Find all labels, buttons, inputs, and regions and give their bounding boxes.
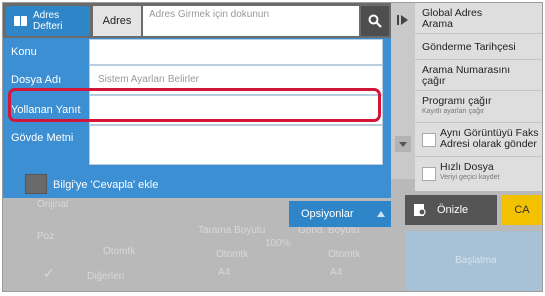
send-paper-a4: A4 <box>330 267 343 278</box>
same-image-fax-label: Aynı Görüntüyü Faks Adresi olarak gönder <box>440 127 539 150</box>
call-program-label: Programı çağır <box>422 95 492 107</box>
preview-label: Önizle <box>437 204 469 216</box>
global-search-label: Global Adres Arama <box>422 7 483 30</box>
quick-file-label: Hızlı Dosya <box>440 161 494 173</box>
quick-file-checkbox[interactable] <box>422 167 436 181</box>
action-menu: Global Adres Arama Gönderme Tarihçesi Ar… <box>415 3 542 191</box>
address-input[interactable]: Adres Girmek için dokunun <box>143 6 359 36</box>
address-label: Adres <box>93 6 141 36</box>
scan-size-label: Tarama Boyutu <box>198 225 266 236</box>
preview-button[interactable]: Önizle <box>405 195 497 225</box>
screen: Adres Defteri Adres Adres Girmek için do… <box>2 2 543 292</box>
clear-all-button[interactable]: CA <box>501 195 542 225</box>
call-program-sublabel: Kayıtlı ayarları çağır <box>422 108 485 115</box>
subject-label: Konu <box>11 46 37 58</box>
quick-file-sublabel: Veriyi geçici kaydet <box>440 174 500 181</box>
address-book-button[interactable]: Adres Defteri <box>6 6 90 36</box>
chevron-down-icon <box>399 142 407 147</box>
checkmark-icon: ✓ <box>43 265 55 281</box>
highlight-frame <box>8 88 381 122</box>
same-image-fax-checkbox[interactable] <box>422 133 436 147</box>
exposure-value: Otomtk <box>103 246 136 257</box>
body-text-label: Gövde Metni <box>11 132 74 144</box>
preview-icon <box>414 204 426 216</box>
search-icon <box>368 14 382 28</box>
scan-paper-a4: A4 <box>218 267 231 278</box>
filename-placeholder: Sistem Ayarları Belirler <box>98 74 199 85</box>
triangle-up-icon <box>376 211 385 217</box>
menu-call-number[interactable]: Arama Numarasını çağır <box>415 60 542 91</box>
expand-right-icon[interactable] <box>397 15 409 25</box>
scan-size-value[interactable]: Otomtk <box>216 249 248 260</box>
options-button[interactable]: Opsiyonlar <box>289 201 391 227</box>
menu-send-history[interactable]: Gönderme Tarihçesi <box>415 34 542 60</box>
subject-field[interactable] <box>89 39 383 65</box>
start-label: Başlatma <box>455 255 497 266</box>
scroll-down-button[interactable] <box>395 136 411 152</box>
address-bar: Adres Defteri Adres Adres Girmek için do… <box>3 3 391 38</box>
menu-global-address-search[interactable]: Global Adres Arama <box>415 3 542 34</box>
bcc-reply-label: Bilgi'ye 'Cevapla' ekle <box>53 179 159 191</box>
menu-quick-file[interactable]: Hızlı Dosya Veriyi geçici kaydet <box>415 157 542 191</box>
call-number-label: Arama Numarasını çağır <box>422 64 511 87</box>
send-size-value[interactable]: Otomtk <box>328 249 360 260</box>
exposure-label: Poz <box>37 231 55 242</box>
menu-call-program[interactable]: Programı çağır Kayıtlı ayarları çağır <box>415 91 542 123</box>
options-label: Opsiyonlar <box>301 208 354 220</box>
others-button[interactable]: Diğerleri <box>87 271 124 282</box>
ratio-value: 100% <box>265 238 291 249</box>
start-button[interactable]: Başlatma <box>405 231 542 291</box>
body-text-field[interactable] <box>89 125 383 165</box>
menu-scroll-strip <box>391 3 415 179</box>
send-history-label: Gönderme Tarihçesi <box>422 41 516 53</box>
book-icon <box>14 16 27 26</box>
filename-label: Dosya Adı <box>11 74 62 86</box>
address-book-label: Adres Defteri <box>33 10 63 32</box>
original-label: Orijinal <box>37 199 69 210</box>
menu-same-image-fax[interactable]: Aynı Görüntüyü Faks Adresi olarak gönder <box>415 123 542 157</box>
search-button[interactable] <box>361 6 389 36</box>
bcc-reply-checkbox[interactable] <box>25 174 47 194</box>
